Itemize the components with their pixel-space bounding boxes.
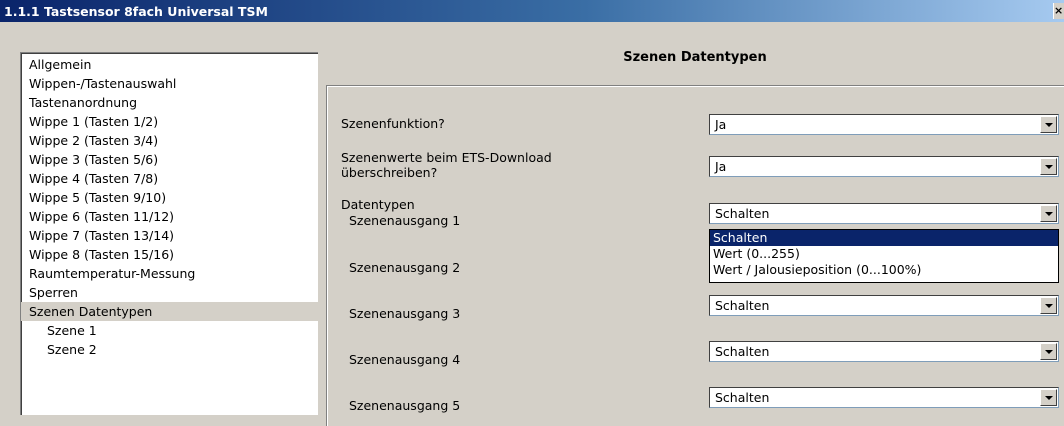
sidebar-item-wippe-8[interactable]: Wippe 8 (Tasten 15/16) — [21, 245, 318, 264]
param-label-szenenwerte-line2: überschreiben? — [341, 165, 438, 180]
dropdown-option-wert-0-255[interactable]: Wert (0...255) — [710, 246, 1058, 262]
chevron-down-icon[interactable] — [1040, 343, 1057, 360]
chevron-down-icon[interactable] — [1040, 297, 1057, 314]
sidebar-item-sperren[interactable]: Sperren — [21, 283, 318, 302]
szenenfunktion-value: Ja — [715, 117, 727, 132]
szenenwerte-select[interactable]: Ja — [709, 156, 1059, 177]
dropdown-option-schalten[interactable]: Schalten — [710, 230, 1058, 246]
sidebar-item-wippe-5[interactable]: Wippe 5 (Tasten 9/10) — [21, 188, 318, 207]
close-icon[interactable]: × — [1053, 3, 1064, 19]
chevron-down-icon[interactable] — [1040, 205, 1057, 222]
sidebar-item-wippe-7[interactable]: Wippe 7 (Tasten 13/14) — [21, 226, 318, 245]
szenenausgang-1-select[interactable]: Schalten — [709, 203, 1059, 224]
sidebar-item-wippe-6[interactable]: Wippe 6 (Tasten 11/12) — [21, 207, 318, 226]
szenenausgang-5-select[interactable]: Schalten — [709, 387, 1059, 408]
param-label-szenenausgang-3: Szenenausgang 3 — [349, 306, 461, 321]
sidebar-item-wippe-2[interactable]: Wippe 2 (Tasten 3/4) — [21, 131, 318, 150]
window-title: 1.1.1 Tastsensor 8fach Universal TSM — [4, 4, 268, 19]
param-label-szenenausgang-1: Szenenausgang 1 — [349, 213, 461, 228]
dropdown-option-wert-jalousieposition[interactable]: Wert / Jalousieposition (0...100%) — [710, 262, 1058, 278]
param-label-szenenausgang-2: Szenenausgang 2 — [349, 260, 461, 275]
chevron-down-icon[interactable] — [1040, 116, 1057, 133]
sidebar-item-wippe-1[interactable]: Wippe 1 (Tasten 1/2) — [21, 112, 318, 131]
page-title: Szenen Datentypen — [623, 50, 767, 65]
param-group-label-datentypen: Datentypen — [341, 197, 415, 212]
param-label-szenenwerte-line1: Szenenwerte beim ETS-Download — [341, 150, 552, 165]
param-label-szenenfunktion: Szenenfunktion? — [341, 116, 445, 131]
window-titlebar: 1.1.1 Tastsensor 8fach Universal TSM × — [0, 0, 1064, 22]
sidebar-item-szenen-datentypen[interactable]: Szenen Datentypen — [21, 302, 318, 321]
sidebar-item-szene-1[interactable]: Szene 1 — [21, 321, 318, 340]
sidebar-item-wippe-4[interactable]: Wippe 4 (Tasten 7/8) — [21, 169, 318, 188]
szenenausgang-3-value: Schalten — [715, 298, 770, 313]
sidebar-item-wippe-3[interactable]: Wippe 3 (Tasten 5/6) — [21, 150, 318, 169]
szenenausgang-1-dropdown-list: Schalten Wert (0...255) Wert / Jalousiep… — [709, 229, 1059, 283]
chevron-down-icon[interactable] — [1040, 389, 1057, 406]
parameter-tree: Allgemein Wippen-/Tastenauswahl Tastenan… — [20, 52, 318, 415]
sidebar-item-tastenanordnung[interactable]: Tastenanordnung — [21, 93, 318, 112]
sidebar-item-allgemein[interactable]: Allgemein — [21, 55, 318, 74]
szenenausgang-5-value: Schalten — [715, 390, 770, 405]
sidebar-item-wippen-tastenauswahl[interactable]: Wippen-/Tastenauswahl — [21, 74, 318, 93]
param-label-szenenausgang-5: Szenenausgang 5 — [349, 398, 461, 413]
param-label-szenenausgang-4: Szenenausgang 4 — [349, 352, 461, 367]
szenenausgang-1-value: Schalten — [715, 206, 770, 221]
szenenausgang-4-select[interactable]: Schalten — [709, 341, 1059, 362]
szenenfunktion-select[interactable]: Ja — [709, 114, 1059, 135]
sidebar-item-raumtemperatur[interactable]: Raumtemperatur-Messung — [21, 264, 318, 283]
chevron-down-icon[interactable] — [1040, 158, 1057, 175]
szenenausgang-3-select[interactable]: Schalten — [709, 295, 1059, 316]
sidebar-item-szene-2[interactable]: Szene 2 — [21, 340, 318, 359]
szenenausgang-4-value: Schalten — [715, 344, 770, 359]
szenenwerte-value: Ja — [715, 159, 727, 174]
